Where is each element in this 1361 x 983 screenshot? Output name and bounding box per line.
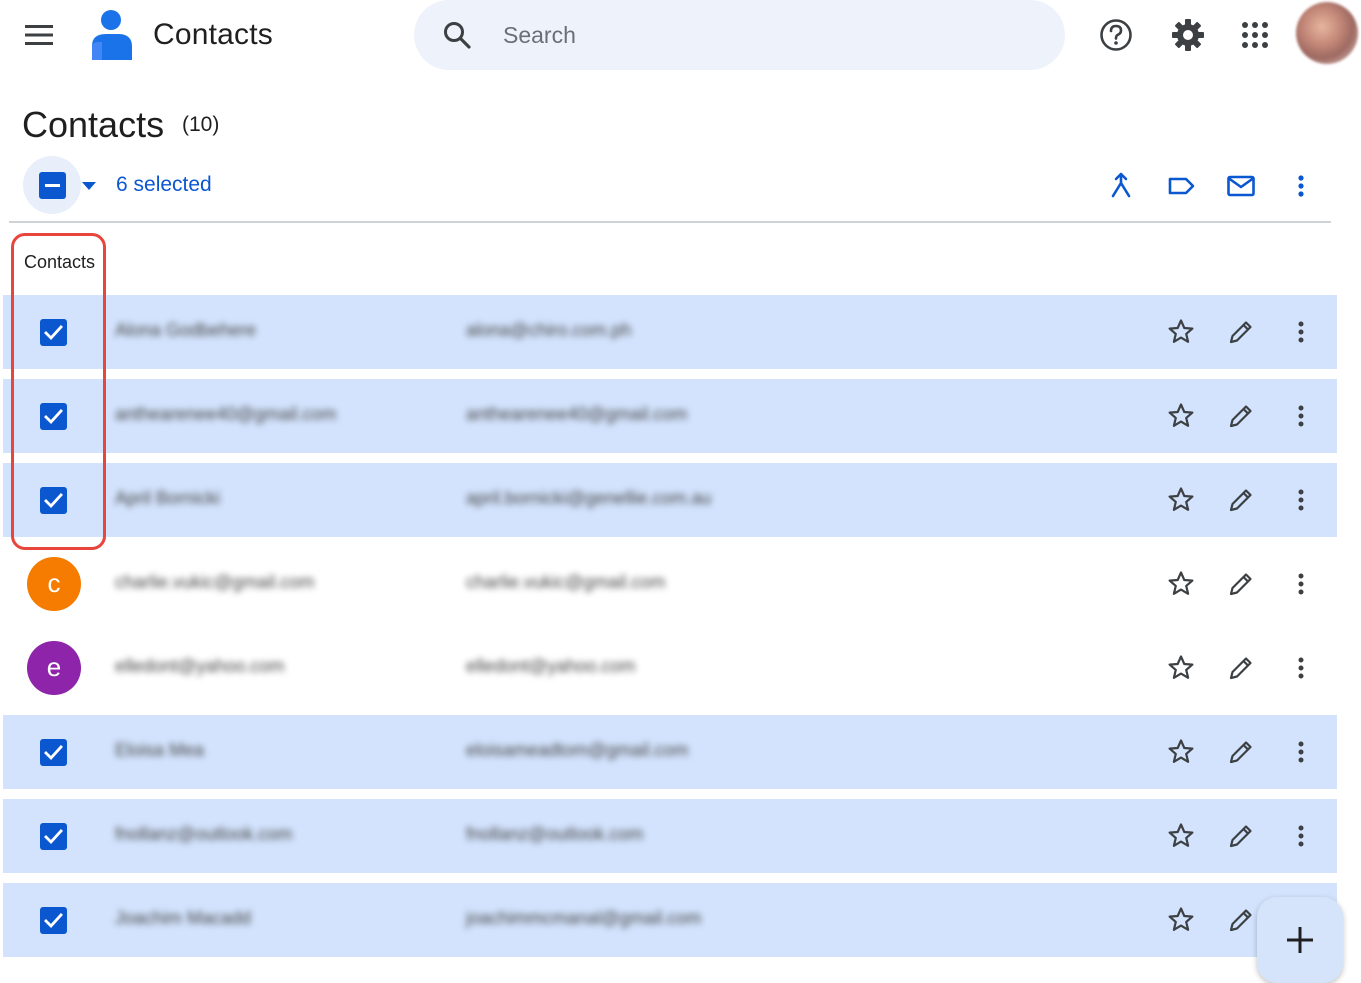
selected-count: 6 selected — [116, 173, 212, 196]
more-vert-icon[interactable] — [1286, 737, 1316, 767]
star-icon[interactable] — [1166, 485, 1196, 515]
row-checkbox[interactable] — [40, 823, 67, 850]
checkmark-icon — [44, 829, 63, 845]
edit-pencil-icon[interactable] — [1226, 569, 1256, 599]
app-title: Contacts — [153, 18, 273, 51]
contact-row[interactable]: April Bornicki april.bornicki@genellie.co… — [3, 463, 1337, 537]
help-icon[interactable] — [1098, 17, 1134, 53]
toolbar-divider — [9, 221, 1331, 223]
more-vert-icon[interactable] — [1286, 401, 1316, 431]
star-icon[interactable] — [1166, 569, 1196, 599]
checkmark-icon — [44, 913, 63, 929]
checkmark-icon — [44, 409, 63, 425]
contact-row[interactable]: c charlie.vukic@gmail.com charlie.vukic@gm… — [3, 547, 1337, 621]
contacts-logo-icon — [92, 10, 132, 60]
contact-name: Eloisa Mea — [115, 740, 205, 760]
contact-email: april.bornicki@genellie.com.au — [466, 488, 712, 508]
contact-email: alona@chiro.com.ph — [466, 320, 632, 340]
contact-name: Joachim Macadd — [115, 908, 252, 928]
star-icon[interactable] — [1166, 653, 1196, 683]
row-checkbox[interactable] — [40, 739, 67, 766]
edit-pencil-icon[interactable] — [1226, 485, 1256, 515]
search-input[interactable] — [503, 18, 1023, 52]
page-title: Contacts — [22, 104, 165, 145]
more-vert-icon[interactable] — [1286, 485, 1316, 515]
star-icon[interactable] — [1166, 401, 1196, 431]
contact-row[interactable]: fnollanz@outlook.com fnollanz@outlook.com — [3, 799, 1337, 873]
contact-count: (10) — [182, 113, 220, 136]
edit-pencil-icon[interactable] — [1226, 905, 1256, 935]
checkmark-icon — [44, 325, 63, 341]
contact-avatar[interactable]: c — [27, 557, 81, 611]
contact-name: fnollanz@outlook.com — [115, 824, 293, 844]
contact-email: joachimmcmanal@gmail.com — [466, 908, 702, 928]
contact-name: charlie.vukic@gmail.com — [115, 572, 315, 592]
menu-icon[interactable] — [24, 22, 54, 48]
more-vert-icon[interactable] — [1286, 569, 1316, 599]
contact-name: elledont@yahoo.com — [115, 656, 285, 676]
contact-email: charlie.vukic@gmail.com — [466, 572, 666, 592]
row-checkbox[interactable] — [40, 319, 67, 346]
contact-name: Alona Godbehere — [115, 320, 257, 340]
edit-pencil-icon[interactable] — [1226, 653, 1256, 683]
label-icon[interactable] — [1165, 170, 1197, 202]
section-label: Contacts — [24, 252, 96, 272]
star-icon[interactable] — [1166, 317, 1196, 347]
select-all-checkbox[interactable] — [39, 172, 66, 199]
contact-row[interactable]: anthearenee40@gmail.com anthearenee40@gma… — [3, 379, 1337, 453]
edit-pencil-icon[interactable] — [1226, 401, 1256, 431]
edit-pencil-icon[interactable] — [1226, 821, 1256, 851]
contact-row[interactable]: e elledont@yahoo.com elledont@yahoo.com — [3, 631, 1337, 705]
contact-avatar[interactable]: e — [27, 641, 81, 695]
more-vert-icon[interactable] — [1286, 653, 1316, 683]
checkmark-icon — [44, 745, 63, 761]
settings-gear-icon[interactable] — [1170, 17, 1206, 53]
edit-pencil-icon[interactable] — [1226, 317, 1256, 347]
row-checkbox[interactable] — [40, 487, 67, 514]
contact-row[interactable]: Joachim Macadd joachimmcmanal@gmail.com — [3, 883, 1337, 957]
checkmark-icon — [44, 493, 63, 509]
merge-icon[interactable] — [1105, 170, 1137, 202]
row-checkbox[interactable] — [40, 403, 67, 430]
create-contact-button[interactable] — [1257, 897, 1343, 983]
contact-email: elledont@yahoo.com — [466, 656, 636, 676]
apps-grid-icon[interactable] — [1237, 17, 1273, 53]
more-vert-icon[interactable] — [1286, 821, 1316, 851]
edit-pencil-icon[interactable] — [1226, 737, 1256, 767]
star-icon[interactable] — [1166, 737, 1196, 767]
contact-name: April Bornicki — [115, 488, 221, 508]
more-vert-icon[interactable] — [1286, 317, 1316, 347]
contact-row[interactable]: Eloisa Mea eloisameadtom@gmail.com — [3, 715, 1337, 789]
star-icon[interactable] — [1166, 905, 1196, 935]
chevron-down-icon[interactable] — [82, 182, 96, 190]
search-icon[interactable] — [442, 20, 472, 50]
row-checkbox[interactable] — [40, 907, 67, 934]
contact-name: anthearenee40@gmail.com — [115, 404, 337, 424]
more-vert-icon[interactable] — [1285, 170, 1317, 202]
contact-email: eloisameadtom@gmail.com — [466, 740, 689, 760]
contact-email: anthearenee40@gmail.com — [466, 404, 688, 424]
contact-email: fnollanz@outlook.com — [466, 824, 644, 844]
contact-row[interactable]: Alona Godbehere alona@chiro.com.ph — [3, 295, 1337, 369]
star-icon[interactable] — [1166, 821, 1196, 851]
account-avatar[interactable] — [1296, 2, 1358, 64]
plus-icon — [1287, 927, 1313, 953]
email-icon[interactable] — [1225, 170, 1257, 202]
